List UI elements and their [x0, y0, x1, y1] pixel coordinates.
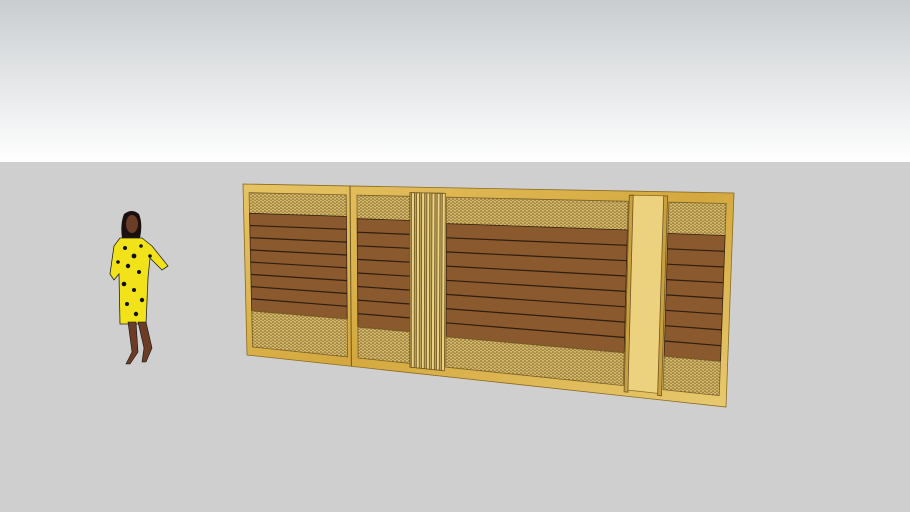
- vertical-slat: [441, 192, 446, 372]
- mesh-panel: [357, 326, 411, 364]
- vertical-slat: [415, 192, 420, 369]
- sketchup-viewport[interactable]: [0, 0, 910, 512]
- vertical-slat: [430, 192, 436, 371]
- mesh-panel: [667, 201, 727, 236]
- vertical-slat: [410, 192, 415, 369]
- wood-panel: [445, 223, 628, 354]
- mesh-panel: [662, 355, 721, 397]
- figure-face: [126, 215, 138, 233]
- mesh-panel: [356, 194, 411, 221]
- vertical-slat: [436, 192, 441, 371]
- mesh-panel: [248, 192, 347, 217]
- sky: [0, 0, 910, 162]
- vertical-slat: [420, 192, 426, 370]
- vertical-slat: [425, 192, 431, 370]
